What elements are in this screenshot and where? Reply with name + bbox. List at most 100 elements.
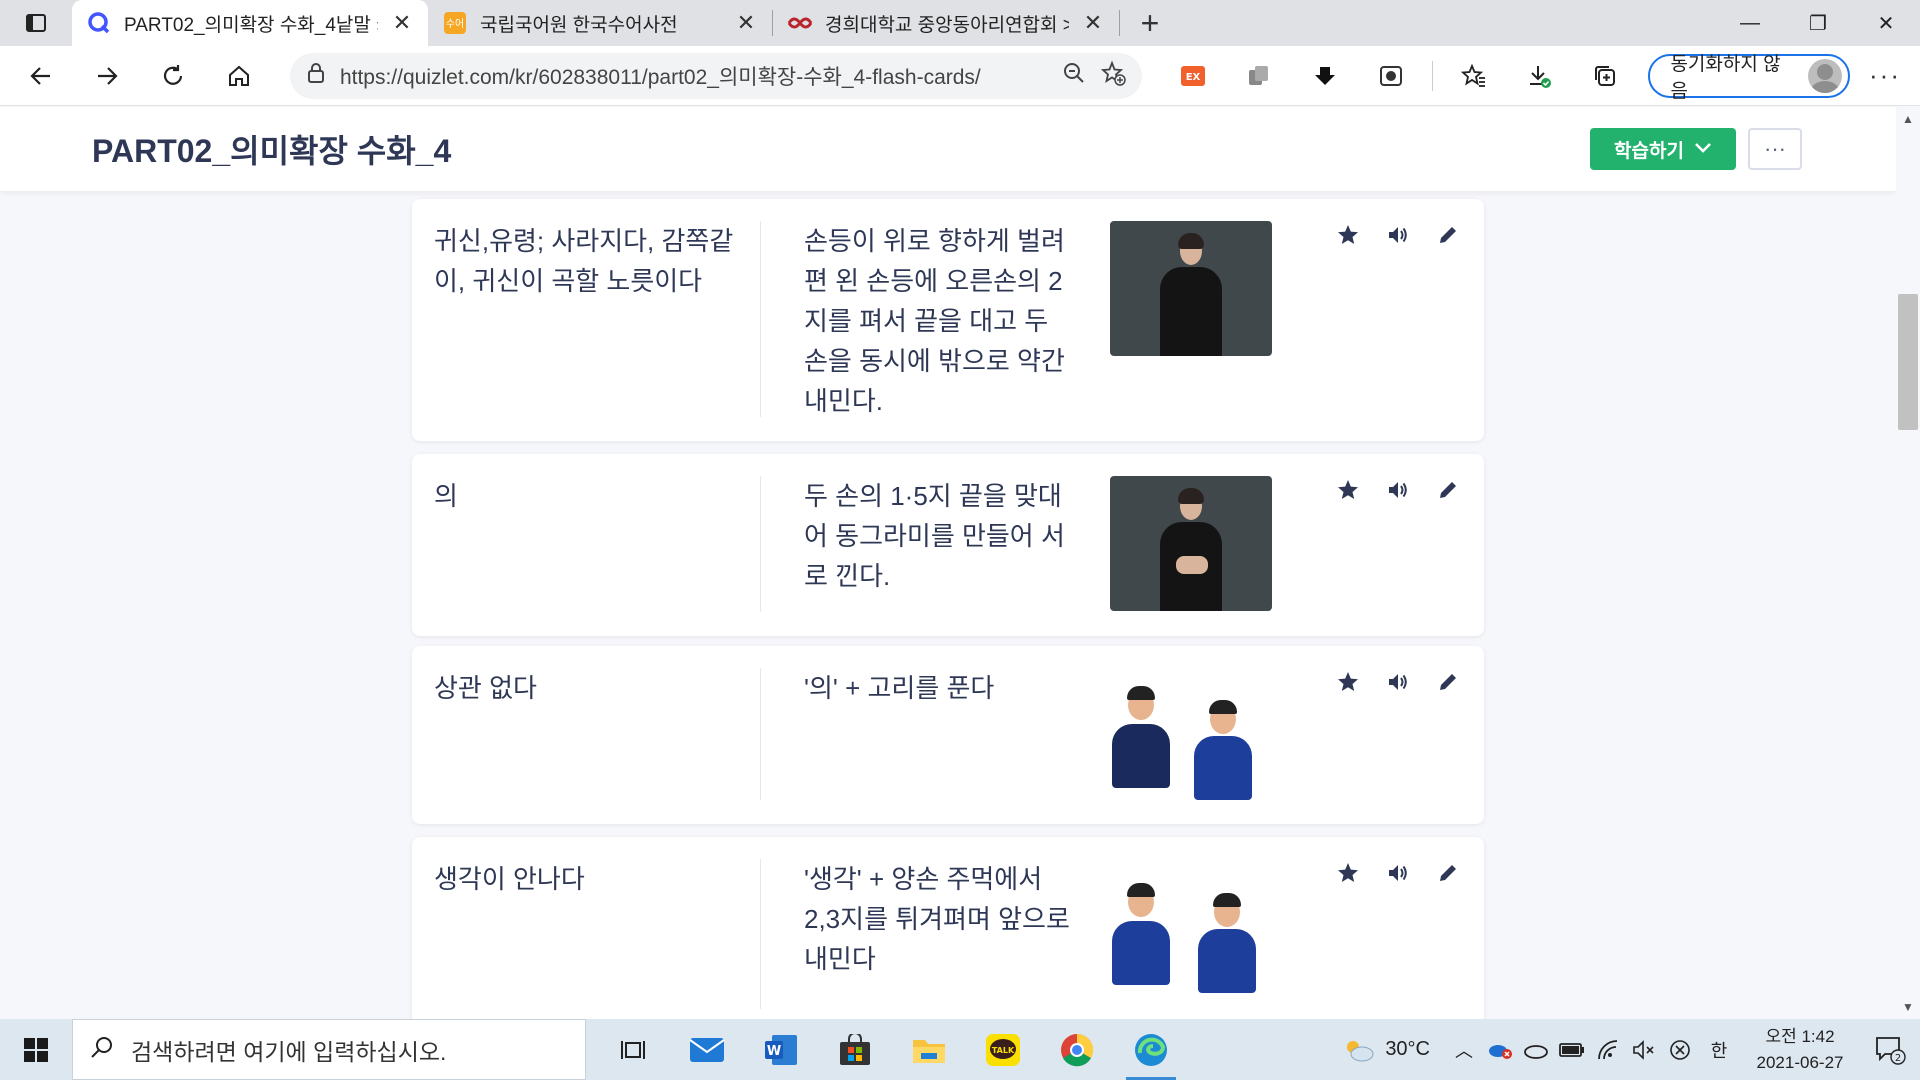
download-extension-icon[interactable]	[1292, 46, 1358, 106]
refresh-icon[interactable]	[140, 46, 206, 106]
edit-icon[interactable]	[1434, 859, 1462, 887]
speaker-muted-icon[interactable]	[1626, 1039, 1662, 1061]
audio-icon[interactable]	[1384, 221, 1412, 249]
sign-language-illustration[interactable]	[1110, 668, 1272, 803]
wifi-icon[interactable]	[1590, 1039, 1626, 1061]
ex-extension-icon[interactable]: EX	[1160, 46, 1226, 106]
clock-time: 오전 1:42	[1765, 1026, 1835, 1046]
more-options-button[interactable]: ···	[1748, 128, 1802, 170]
ime-label: 한	[1710, 1040, 1728, 1061]
scrollbar-thumb[interactable]	[1898, 294, 1918, 430]
sign-language-photo[interactable]	[1110, 476, 1272, 611]
favorites-icon[interactable]	[1441, 46, 1507, 106]
star-icon[interactable]	[1334, 668, 1362, 696]
svg-text:W: W	[767, 1044, 781, 1059]
quizlet-q-icon	[86, 10, 112, 36]
weather-widget[interactable]: 30°C	[1343, 1038, 1430, 1062]
store-app-icon[interactable]	[818, 1019, 892, 1080]
restore-icon[interactable]: ❐	[1784, 0, 1852, 46]
search-icon	[89, 1034, 115, 1066]
club-logo-icon	[787, 10, 813, 36]
lock-icon[interactable]	[306, 62, 326, 89]
kakaotalk-icon[interactable]: TALK	[966, 1019, 1040, 1080]
windows-start-icon[interactable]	[0, 1019, 72, 1080]
edit-icon[interactable]	[1434, 221, 1462, 249]
set-header: PART02_의미확장 수화_4 학습하기 ···	[0, 107, 1896, 191]
flashcard-row: 의 두 손의 1·5지 끝을 맞대어 동그라미를 만들어 서로 낀다.	[412, 454, 1484, 636]
add-favorite-icon[interactable]	[1100, 60, 1126, 91]
zoom-icon[interactable]	[1062, 61, 1086, 90]
downloads-icon[interactable]	[1507, 46, 1573, 106]
tab-actions-menu-icon[interactable]	[0, 0, 72, 46]
word-app-icon[interactable]: W	[744, 1019, 818, 1080]
minimize-icon[interactable]: —	[1716, 0, 1784, 46]
audio-icon[interactable]	[1384, 476, 1412, 504]
edit-icon[interactable]	[1434, 476, 1462, 504]
url-text[interactable]: https://quizlet.com/kr/602838011/part02_…	[340, 61, 1048, 91]
sync-label: 동기화하지 않음	[1670, 53, 1781, 102]
address-bar[interactable]: https://quizlet.com/kr/602838011/part02_…	[289, 52, 1142, 99]
card-definition: '생각' + 양손 주먹에서 2,3지를 튀겨펴며 앞으로 내민다	[804, 864, 1070, 974]
avatar	[1808, 58, 1843, 93]
profile-sync-button[interactable]: 동기화하지 않음	[1648, 53, 1851, 102]
card-definition: '의' + 고리를 푼다	[804, 673, 995, 703]
tab-dictionary[interactable]: 수어 국립국어원 한국수어사전 ✕	[428, 0, 772, 46]
copy-extension-icon[interactable]	[1226, 46, 1292, 106]
back-icon[interactable]	[8, 46, 74, 106]
study-button[interactable]: 학습하기	[1590, 128, 1736, 170]
card-term: 귀신,유령; 사라지다, 감쪽같이, 귀신이 곡할 노릇이다	[434, 226, 734, 296]
window-controls: — ❐ ✕	[1716, 0, 1920, 46]
sign-language-illustration[interactable]	[1110, 859, 1272, 994]
star-icon[interactable]	[1334, 476, 1362, 504]
tab-title: 경희대학교 중앙동아리연합회 >	[825, 14, 1069, 36]
scroll-up-icon[interactable]: ▲	[1898, 112, 1918, 126]
chrome-icon[interactable]	[1040, 1019, 1114, 1080]
edge-icon[interactable]	[1114, 1019, 1188, 1080]
capture-extension-icon[interactable]	[1358, 46, 1424, 106]
system-tray: 30°C ︿ 한 오전 1:42 2021-06-27 2	[1343, 1019, 1920, 1080]
page-title: PART02_의미확장 수화_4	[92, 133, 452, 169]
mail-app-icon[interactable]	[670, 1019, 744, 1080]
audio-icon[interactable]	[1384, 859, 1412, 887]
star-icon[interactable]	[1334, 221, 1362, 249]
svg-text:수어: 수어	[446, 18, 464, 30]
forward-icon[interactable]	[74, 46, 140, 106]
notification-center-icon[interactable]: 2	[1860, 1035, 1920, 1065]
star-icon[interactable]	[1334, 859, 1362, 887]
tray-overflow-icon[interactable]: ︿	[1446, 1037, 1482, 1063]
collections-icon[interactable]	[1572, 46, 1638, 106]
task-view-icon[interactable]	[596, 1019, 670, 1080]
flashcard-row: 생각이 안나다 '생각' + 양손 주먹에서 2,3지를 튀겨펴며 앞으로 내민…	[412, 837, 1484, 1019]
close-window-icon[interactable]: ✕	[1852, 0, 1920, 46]
card-term: 생각이 안나다	[434, 864, 585, 894]
tab-quizlet[interactable]: PART02_의미확장 수화_4낱말 카 ✕	[72, 0, 428, 46]
close-tab-icon[interactable]: ✕	[1081, 10, 1105, 36]
audio-icon[interactable]	[1384, 668, 1412, 696]
tab-club[interactable]: 경희대학교 중앙동아리연합회 > ✕	[773, 0, 1119, 46]
card-actions	[1334, 668, 1474, 702]
home-icon[interactable]	[206, 46, 272, 106]
settings-more-icon[interactable]: ···	[1850, 60, 1920, 91]
scroll-down-icon[interactable]: ▼	[1898, 1000, 1918, 1014]
close-tab-icon[interactable]: ✕	[734, 10, 758, 36]
card-actions	[1334, 476, 1474, 510]
battery-icon[interactable]	[1554, 1042, 1590, 1058]
ime-indicator[interactable]: 한	[1698, 1037, 1740, 1063]
tab-title: PART02_의미확장 수화_4낱말 카	[124, 14, 378, 36]
windows-taskbar: 검색하려면 여기에 입력하십시오. W TALK 30°C ︿ 한 오전 1:4…	[0, 1019, 1920, 1080]
sign-language-photo[interactable]	[1110, 221, 1272, 356]
card-divider	[760, 668, 761, 800]
card-actions	[1334, 859, 1474, 893]
onedrive-icon[interactable]	[1518, 1041, 1554, 1059]
edit-icon[interactable]	[1434, 668, 1462, 696]
file-explorer-icon[interactable]	[892, 1019, 966, 1080]
network-disconnected-icon[interactable]	[1662, 1038, 1698, 1062]
system-clock[interactable]: 오전 1:42 2021-06-27	[1740, 1024, 1860, 1076]
close-tab-icon[interactable]: ✕	[390, 10, 414, 36]
korean-dictionary-icon: 수어	[442, 10, 468, 36]
new-tab-icon[interactable]: +	[1120, 0, 1180, 46]
taskbar-search-input[interactable]: 검색하려면 여기에 입력하십시오.	[72, 1019, 586, 1080]
cloud-sync-error-icon[interactable]	[1482, 1040, 1518, 1060]
page-scrollbar[interactable]	[1896, 107, 1920, 1019]
card-divider	[760, 221, 761, 417]
